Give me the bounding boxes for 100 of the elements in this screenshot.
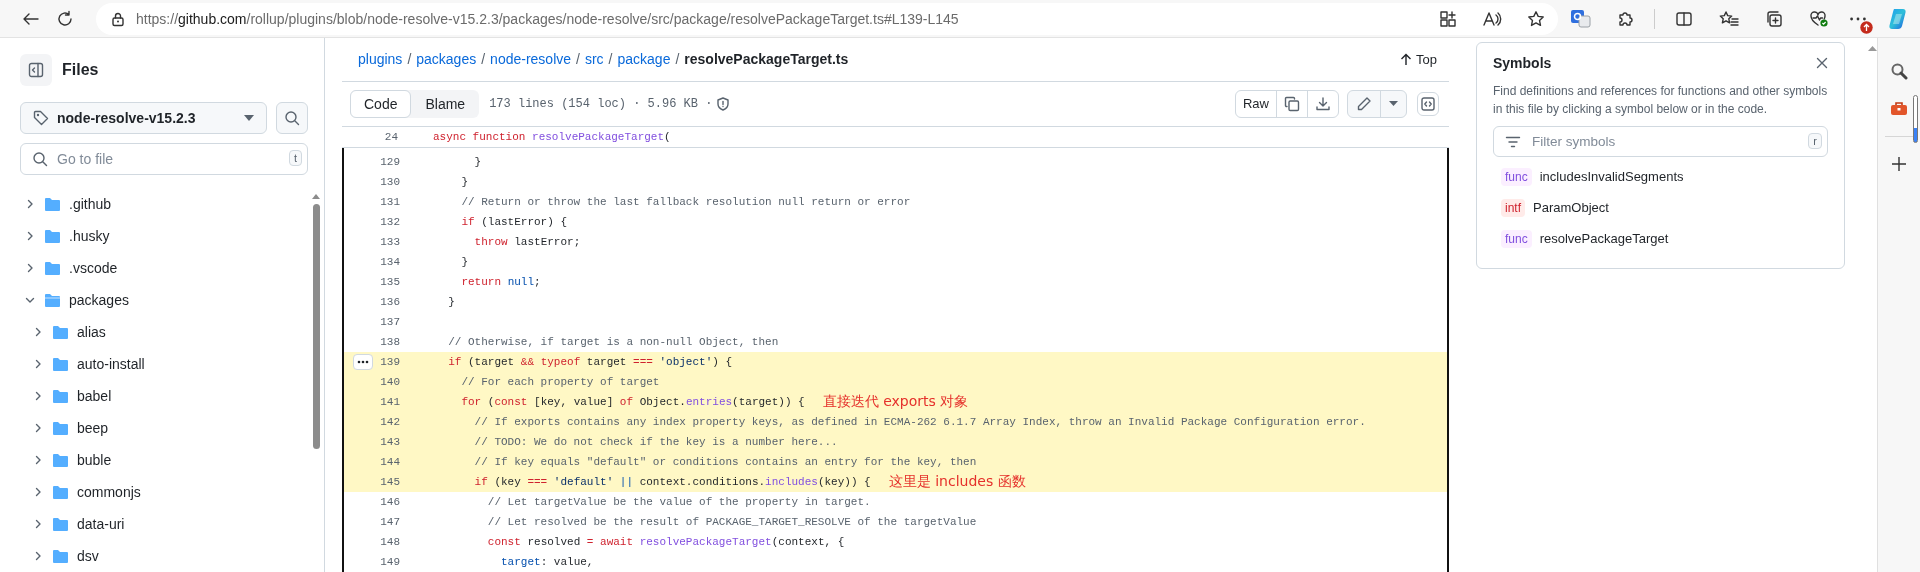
annotation-text: 这里是 includes 函数 [888, 473, 1026, 491]
top-button[interactable]: Top [1400, 51, 1437, 67]
search-icon[interactable] [1890, 62, 1908, 80]
folder-icon [52, 548, 69, 564]
folder-icon [44, 260, 61, 276]
tree-item[interactable]: .husky [20, 220, 312, 252]
app-add-icon[interactable] [1439, 9, 1457, 28]
branch-select[interactable]: node-resolve-v15.2.3 [20, 102, 267, 134]
path-separator: / [407, 51, 412, 68]
line-menu-button[interactable] [353, 354, 373, 370]
code-text: // Let targetValue be the value of the property in target. [486, 496, 871, 508]
split-screen-icon[interactable] [1674, 9, 1693, 28]
code-text: async function resolvePackageTarget( [433, 131, 671, 144]
line-number: 146 [380, 496, 400, 508]
ellipsis-icon [357, 360, 369, 364]
breadcrumb-link[interactable]: package [617, 51, 671, 68]
line-number: 145 [380, 476, 400, 488]
line-number: 130 [380, 176, 400, 188]
view-tab[interactable]: Blame [411, 89, 480, 118]
symbol-kind-label: func [1501, 229, 1532, 248]
puzzle-icon[interactable] [1616, 9, 1635, 28]
line-number: 139 [380, 356, 400, 368]
path-separator: / [481, 51, 486, 68]
tree-item[interactable]: data-uri [20, 508, 312, 540]
code-text: // TODO: We do not check if the key is a number here... [473, 436, 838, 448]
tree-item[interactable]: beep [20, 412, 312, 444]
code-text: } [460, 256, 468, 268]
star-icon[interactable] [1527, 9, 1545, 28]
lock-icon[interactable] [110, 10, 126, 27]
line-number: 137 [380, 316, 400, 328]
file-name: resolvePackageTarget.ts [684, 51, 849, 68]
collections-icon[interactable] [1764, 9, 1783, 28]
line-number: 132 [380, 216, 400, 228]
line-number: 148 [380, 536, 400, 548]
tree-item[interactable]: alias [20, 316, 312, 348]
symbol-item[interactable]: func resolvePackageTarget [1493, 223, 1828, 254]
code-text: } [447, 296, 455, 308]
annotation-text: 直接迭代 exports 对象 [822, 393, 969, 411]
update-badge-icon [1860, 20, 1873, 34]
plus-icon[interactable] [1892, 157, 1906, 171]
breadcrumb-link[interactable]: plugins [358, 51, 403, 68]
code-text: // For each property of target [460, 376, 660, 388]
path-separator: / [675, 51, 680, 68]
open-folder-icon [44, 292, 61, 308]
breadcrumb-link[interactable]: src [584, 51, 604, 68]
heart-pulse-icon[interactable] [1808, 9, 1829, 28]
code-text: throw lastError; [473, 236, 581, 248]
folder-icon [52, 324, 69, 340]
view-tab[interactable]: Code [350, 89, 412, 118]
scroll-up-icon[interactable] [312, 194, 320, 199]
favorites-icon[interactable] [1718, 9, 1739, 28]
tree-item[interactable]: packages [20, 284, 312, 316]
breadcrumb-link[interactable]: node-resolve [490, 51, 572, 68]
symbol-kind-label: func [1501, 167, 1532, 186]
tree-item[interactable]: .vscode [20, 252, 312, 284]
symbol-kind-label: intf [1501, 198, 1525, 217]
folder-icon [52, 420, 69, 436]
code-text: target: value, [500, 556, 594, 568]
arrow-up-icon [1400, 52, 1413, 66]
tree-item[interactable]: commonjs [20, 476, 312, 508]
shortcut-key: r [1808, 133, 1822, 149]
search-icon [284, 110, 300, 126]
code-text: const resolved = await resolvePackageTarget(context, { [486, 536, 845, 548]
tree-item[interactable]: buble [20, 444, 312, 476]
read-aloud-icon[interactable] [1482, 9, 1502, 28]
symbol-item[interactable]: intf ParamObject [1493, 192, 1828, 223]
line-number: 144 [380, 456, 400, 468]
panel-toggle-button[interactable] [20, 54, 52, 86]
panel-title: Symbols [1493, 55, 1552, 71]
rail-scrollbar-thumb[interactable] [1913, 95, 1918, 143]
code-text: } [460, 176, 468, 188]
folder-icon [52, 516, 69, 532]
more-icon [1850, 16, 1866, 21]
line-number: 135 [380, 276, 400, 288]
line-number: 133 [380, 236, 400, 248]
line-number: 24 [384, 131, 398, 144]
download-icon [1315, 95, 1331, 112]
path-separator: / [576, 51, 580, 68]
breadcrumb-link[interactable]: packages [416, 51, 477, 68]
scrollbar-thumb[interactable] [312, 204, 320, 449]
line-number: 140 [380, 376, 400, 388]
line-number: 136 [380, 296, 400, 308]
close-button[interactable] [1816, 57, 1828, 69]
symbol-item[interactable]: func includesInvalidSegments [1493, 161, 1828, 192]
toolbox-icon[interactable] [1890, 101, 1908, 117]
copy-icon [1284, 95, 1300, 112]
tree-item[interactable]: babel [20, 380, 312, 412]
symbols-toggle-button[interactable] [1417, 91, 1439, 116]
shield-icon [716, 96, 731, 111]
folder-icon [52, 356, 69, 372]
search-icon [32, 151, 48, 167]
tag-icon [33, 110, 49, 126]
tree-item[interactable]: .github [20, 188, 312, 220]
address-bar[interactable]: https://github.com/rollup/plugins/blob/node-resolve-v15.2.3/packages/node-resolve/src/package/resolvePackageTarget.ts#L139-L145 [96, 2, 1558, 35]
line-number: 142 [380, 416, 400, 428]
translate-icon[interactable] [1569, 8, 1592, 29]
tree-item[interactable]: dsv [20, 540, 312, 572]
scroll-up-icon[interactable] [1867, 46, 1877, 51]
tree-item[interactable]: auto-install [20, 348, 312, 380]
search-button[interactable] [276, 102, 308, 134]
